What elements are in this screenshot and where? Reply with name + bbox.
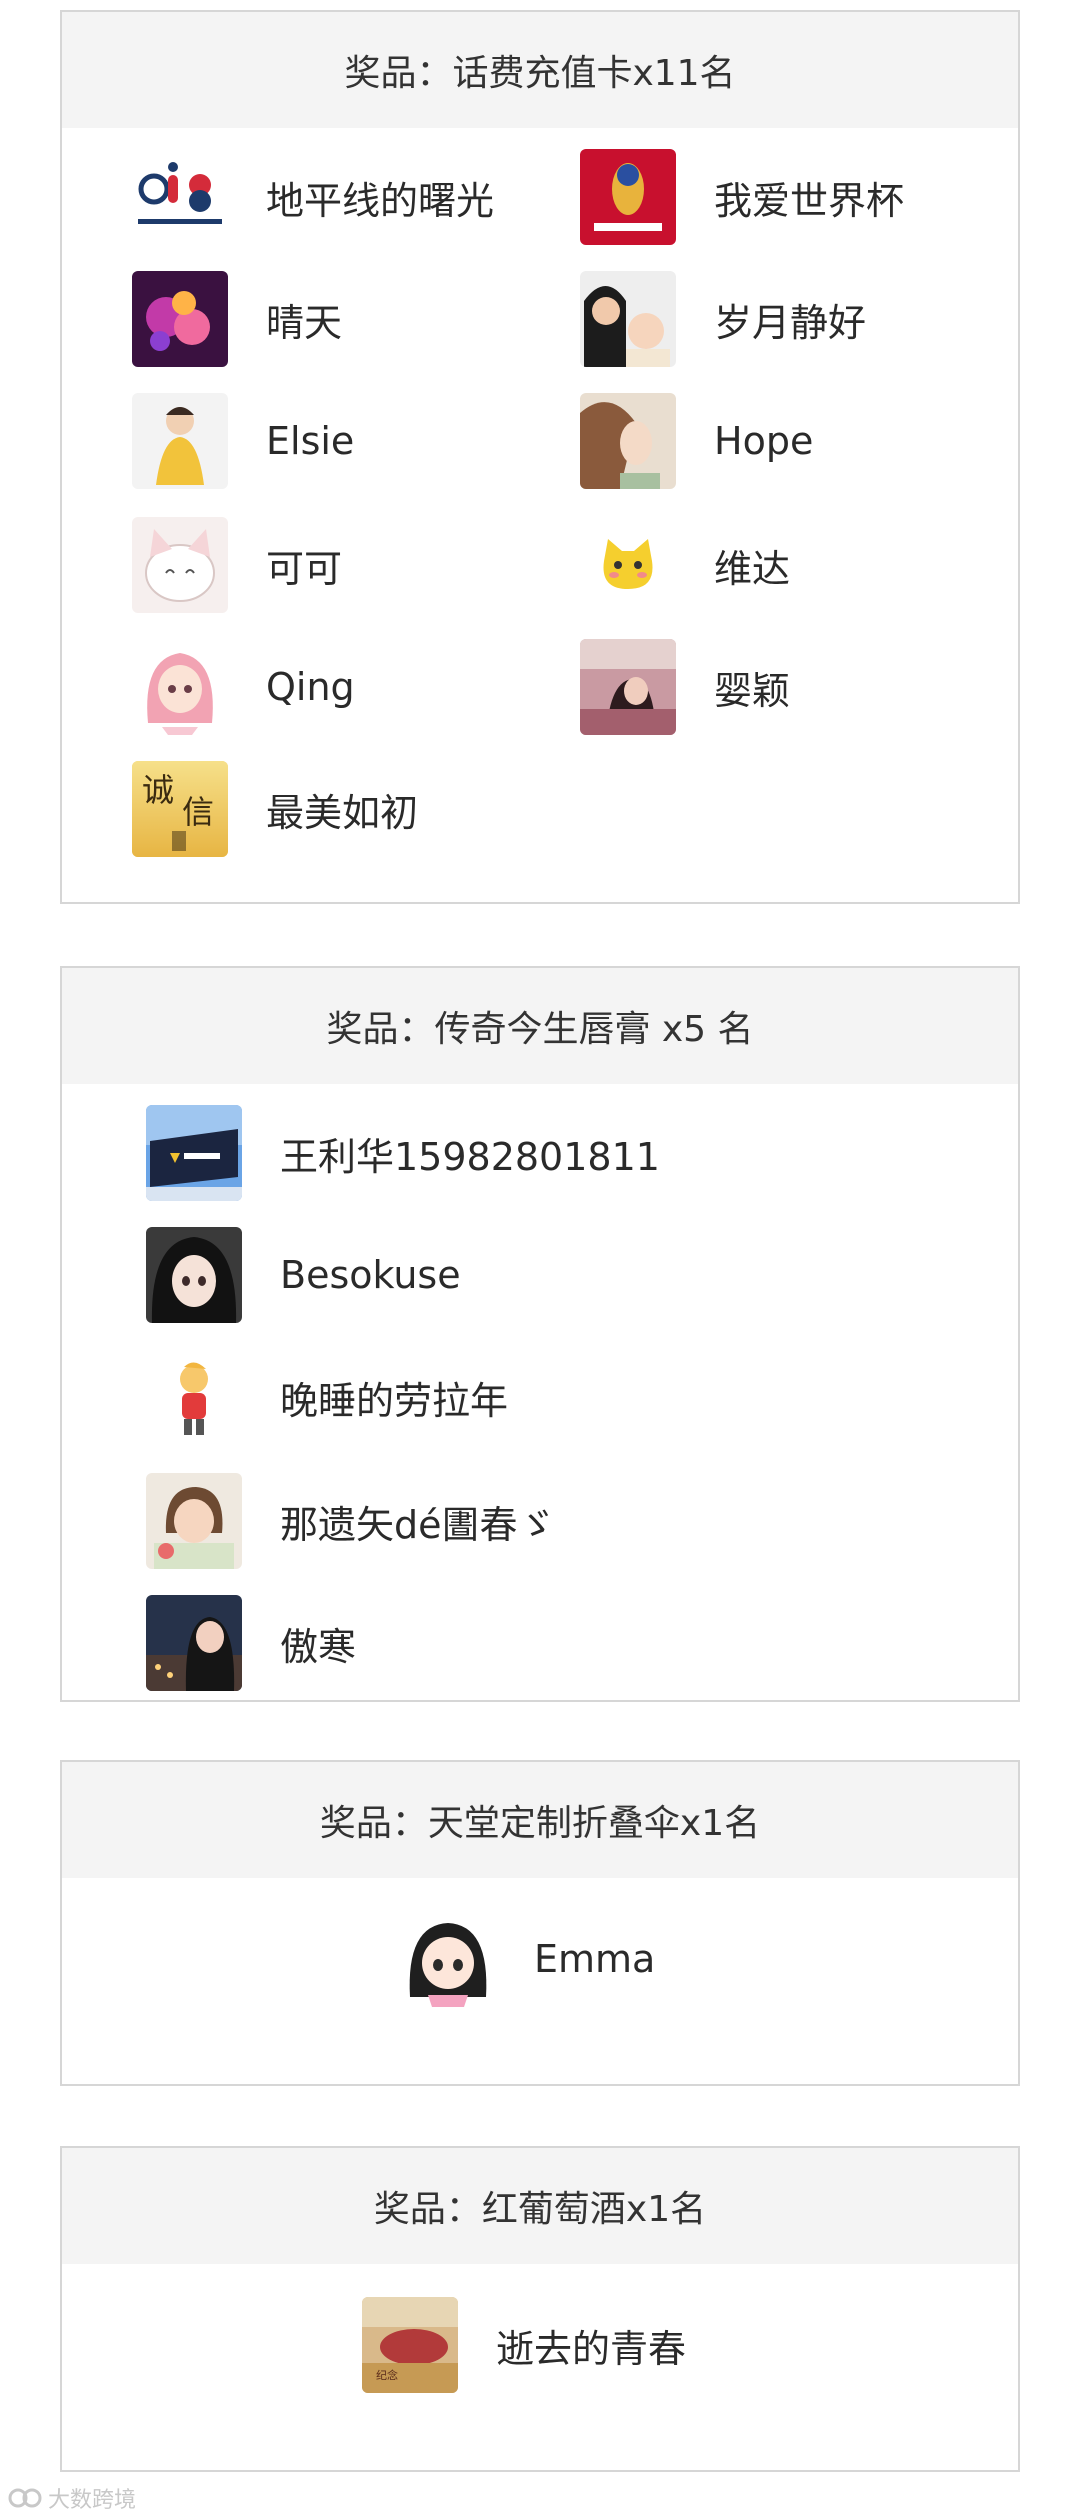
winner-item: 王利华15982801811 — [146, 1104, 660, 1202]
purple-flowers-avatar — [132, 271, 228, 367]
prize-title: 奖品：红葡萄酒x1名 — [62, 2148, 1018, 2264]
svg-text:诚: 诚 — [142, 771, 174, 809]
winners-page: 奖品：话费充值卡x11名 地平线的曙光 我爱世界杯 晴天 岁月静好 Elsie … — [0, 0, 1080, 2515]
winner-item: 纪念 逝去的青春 — [362, 2296, 686, 2394]
white-cat-cartoon-avatar — [132, 517, 228, 613]
winner-item: 维达 — [580, 516, 790, 614]
girl-in-yellow-avatar — [132, 393, 228, 489]
woman-photo-avatar — [580, 639, 676, 735]
winner-name: 岁月静好 — [714, 300, 867, 345]
anime-girl-avatar — [146, 1227, 242, 1323]
prize-title: 奖品：传奇今生唇膏 x5 名 — [62, 968, 1018, 1084]
watermark-text: 大数跨境 — [48, 2488, 137, 2513]
yellow-cat-emoji-avatar — [580, 517, 676, 613]
winner-item: 婴颖 — [580, 638, 790, 736]
winner-name: 维达 — [714, 546, 791, 591]
chengxin-calligraphy-avatar: 诚信 — [132, 761, 228, 857]
prize-card-red-wine: 奖品：红葡萄酒x1名 纪念 逝去的青春 — [60, 2146, 1020, 2472]
prize-card-phone-credit: 奖品：话费充值卡x11名 地平线的曙光 我爱世界杯 晴天 岁月静好 Elsie … — [60, 10, 1020, 904]
winner-item: Hope — [580, 392, 813, 490]
winner-item: Elsie — [132, 392, 354, 490]
svg-text:信: 信 — [182, 793, 214, 831]
prize-title: 奖品：天堂定制折叠伞x1名 — [62, 1762, 1018, 1878]
winner-item: 晚睡的劳拉年 — [146, 1348, 508, 1446]
winner-name: 晴天 — [266, 300, 343, 345]
winner-item: 诚信 最美如初 — [132, 760, 418, 858]
winner-name: Qing — [266, 665, 355, 709]
winner-name: 逝去的青春 — [496, 2326, 687, 2371]
winner-name: 傲寒 — [280, 1624, 357, 1669]
world-cup-russia-avatar — [580, 149, 676, 245]
winner-name: Elsie — [266, 419, 355, 463]
winner-name: 王利华15982801811 — [280, 1134, 660, 1179]
little-girl-avatar — [146, 1473, 242, 1569]
winner-item: Emma — [400, 1910, 655, 2008]
prize-card-umbrella: 奖品：天堂定制折叠伞x1名 Emma — [60, 1760, 1020, 2086]
winner-name: 晚睡的劳拉年 — [280, 1378, 509, 1423]
winner-item: 晴天 — [132, 270, 342, 368]
winner-item: 那遗矢dé圕春ゞ — [146, 1472, 556, 1570]
winner-item: Besokuse — [146, 1226, 461, 1324]
mighty-dream-logo-avatar — [132, 149, 228, 245]
winner-item: 可可 — [132, 516, 342, 614]
winner-item: 我爱世界杯 — [580, 148, 904, 246]
food-photo-avatar: 纪念 — [362, 2297, 458, 2393]
watermark: 大数跨境 — [8, 2482, 136, 2514]
winner-item: Qing — [132, 638, 355, 736]
winner-item: 地平线的曙光 — [132, 148, 494, 246]
winner-name: 可可 — [266, 546, 343, 591]
woman-city-avatar — [146, 1595, 242, 1691]
winner-name: Emma — [534, 1937, 656, 1981]
svg-text:纪念: 纪念 — [376, 2368, 398, 2382]
winner-item: 岁月静好 — [580, 270, 866, 368]
winner-name: Besokuse — [280, 1253, 461, 1297]
winner-item: 傲寒 — [146, 1594, 356, 1692]
watermark-logo-icon — [8, 2488, 42, 2508]
prize-card-lipstick: 奖品：传奇今生唇膏 x5 名 王利华15982801811 Besokuse 晚… — [60, 966, 1020, 1702]
chibi-girl-avatar — [400, 1911, 496, 2007]
winner-name: 我爱世界杯 — [714, 178, 905, 223]
winner-name: 地平线的曙光 — [266, 178, 495, 223]
winner-name: 最美如初 — [266, 790, 419, 835]
cartoon-figure-avatar — [146, 1349, 242, 1445]
winner-name: 婴颖 — [714, 668, 791, 713]
winner-name: 那遗矢dé圕春ゞ — [280, 1502, 556, 1547]
mother-and-baby-avatar — [580, 271, 676, 367]
pink-hair-girl-avatar — [132, 639, 228, 735]
winner-name: Hope — [714, 419, 814, 463]
building-sign-avatar — [146, 1105, 242, 1201]
prize-title: 奖品：话费充值卡x11名 — [62, 12, 1018, 128]
illustrated-girl-avatar — [580, 393, 676, 489]
